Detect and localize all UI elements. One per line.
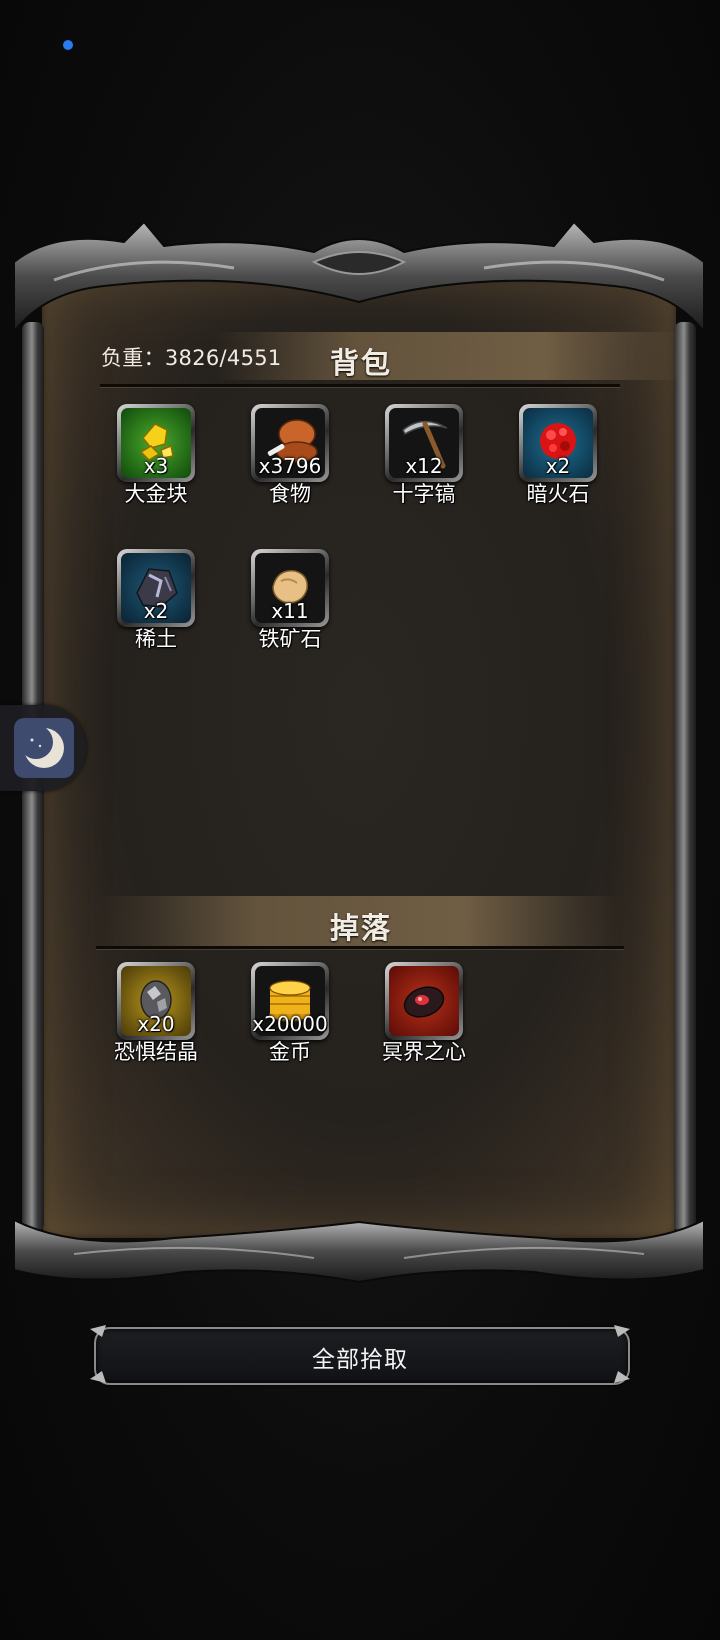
item-count: x2 xyxy=(545,454,571,478)
bag-item-slot[interactable]: x2 稀土 xyxy=(93,549,227,667)
carry-weight-label: 负重：3826/4551 xyxy=(101,346,282,370)
game-screen: 负重：3826/4551 背包 x3 大金块 x3796 食物 x12 十字镐 … xyxy=(0,0,720,1640)
item-count: x11 xyxy=(271,599,309,623)
moon-icon xyxy=(19,725,64,768)
item-name: 十字镐 xyxy=(392,482,456,506)
item-background xyxy=(389,966,459,1036)
item-count: x2 xyxy=(143,599,169,623)
ornate-frame-bottom xyxy=(14,1218,704,1284)
bag-header-band xyxy=(215,332,685,380)
item-name: 恐惧结晶 xyxy=(114,1040,198,1064)
netherworld-heart-icon xyxy=(403,986,445,1018)
item-name: 冥界之心 xyxy=(382,1040,466,1064)
drop-item-slot[interactable]: 冥界之心 xyxy=(361,962,495,1080)
ornate-frame-crest xyxy=(14,222,704,334)
drop-item-slot[interactable]: x20000 金币 xyxy=(227,962,361,1080)
status-indicator-dot xyxy=(63,40,73,50)
frame-right-border xyxy=(674,322,696,1232)
item-name: 稀土 xyxy=(135,627,177,651)
item-name: 食物 xyxy=(269,482,311,506)
bag-divider xyxy=(100,384,620,387)
item-count: x20000 xyxy=(252,1012,328,1036)
night-mode-floating-button[interactable] xyxy=(0,705,86,791)
item-name: 铁矿石 xyxy=(258,627,322,651)
bag-item-slot[interactable]: x3 大金块 xyxy=(93,404,227,522)
item-frame xyxy=(385,962,463,1040)
drops-title: 掉落 xyxy=(330,911,393,945)
item-name: 大金块 xyxy=(124,482,188,506)
item-name: 暗火石 xyxy=(526,482,590,506)
bag-item-slot[interactable]: x11 铁矿石 xyxy=(227,549,361,667)
item-name: 金币 xyxy=(269,1040,311,1064)
item-count: x12 xyxy=(405,454,443,478)
item-count: x3 xyxy=(143,454,169,478)
moon-button-face xyxy=(14,718,74,778)
item-count: x20 xyxy=(137,1012,175,1036)
bag-item-slot[interactable]: x3796 食物 xyxy=(227,404,361,522)
bag-item-slot[interactable]: x12 十字镐 xyxy=(361,404,495,522)
drops-divider xyxy=(96,946,624,949)
bag-item-slot[interactable]: x2 暗火石 xyxy=(495,404,629,522)
bag-title: 背包 xyxy=(330,346,393,380)
pickup-all-label: 全部拾取 xyxy=(312,1347,408,1373)
drop-item-slot[interactable]: x20 恐惧结晶 xyxy=(93,962,227,1080)
item-count: x3796 xyxy=(258,454,322,478)
pickup-all-button[interactable]: 全部拾取 xyxy=(88,1323,632,1385)
